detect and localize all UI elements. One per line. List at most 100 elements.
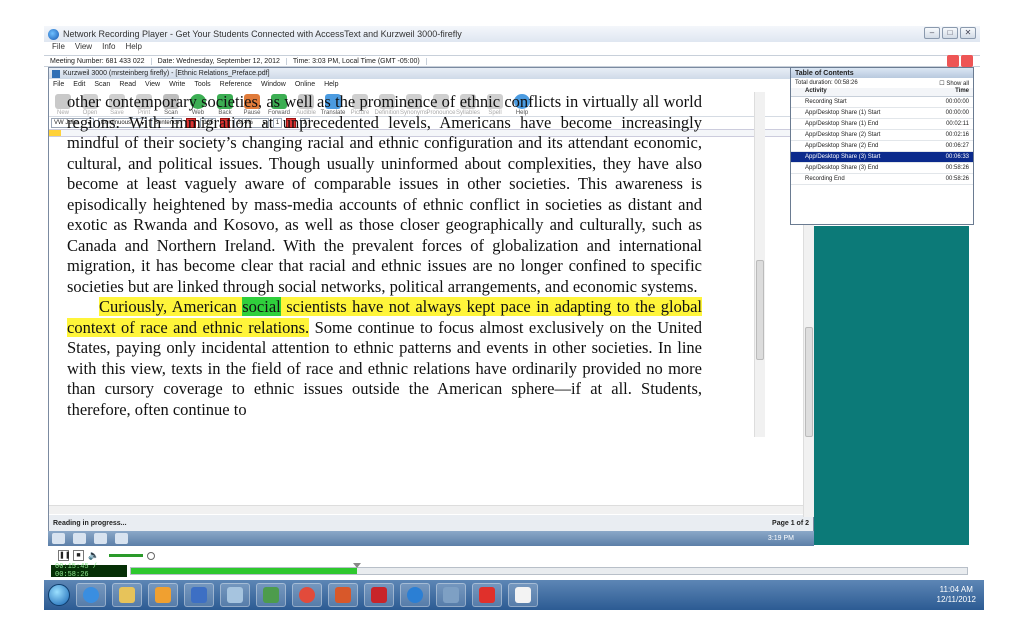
- kz-menu-file[interactable]: File: [53, 81, 64, 88]
- meeting-info-bar: Meeting Number: 681 433 022 Date: Wednes…: [44, 55, 980, 67]
- taskbar-mail[interactable]: [148, 583, 178, 607]
- toc-row-selected[interactable]: App/Desktop Share (3) Start 00:06:33: [791, 152, 973, 163]
- toc-row[interactable]: Recording End 00:58:26: [791, 174, 973, 185]
- toc-row[interactable]: App/Desktop Share (1) End 00:02:11: [791, 119, 973, 130]
- kz-menu-edit[interactable]: Edit: [73, 81, 85, 88]
- recorded-app-icon: [115, 533, 128, 544]
- toc-row[interactable]: App/Desktop Share (2) End 00:06:27: [791, 141, 973, 152]
- player-menu-bar: File View Info Help: [44, 42, 980, 54]
- toc-header: Activity Time: [791, 88, 973, 97]
- paragraph-1: other contemporary societies, as well as…: [67, 92, 702, 296]
- document-page: other contemporary societies, as well as…: [67, 92, 702, 437]
- recorded-taskbar: 3:19 PM: [48, 531, 814, 546]
- taskbar-webex[interactable]: [472, 583, 502, 607]
- scroll-thumb[interactable]: [756, 260, 764, 360]
- kz-menu-help[interactable]: Help: [324, 81, 338, 88]
- presentation-icon: [335, 587, 351, 603]
- toc-col-time: Time: [955, 88, 969, 94]
- menu-info[interactable]: Info: [102, 42, 115, 54]
- page-indicator: Page 1 of 2: [772, 519, 809, 527]
- pdf-file-icon: [515, 587, 531, 603]
- toc-duration: Total duration: 00:58:26: [795, 80, 858, 86]
- kz-menu-online[interactable]: Online: [295, 81, 315, 88]
- volume-knob[interactable]: [147, 551, 156, 560]
- pdf-icon: [371, 587, 387, 603]
- recorded-start-icon: [52, 533, 65, 544]
- window-controls: – □ ✕: [924, 27, 976, 39]
- highlighted-current-word: social: [242, 297, 281, 316]
- kz-menu-view[interactable]: View: [145, 81, 160, 88]
- kurzweil-app-icon: [52, 69, 60, 78]
- teal-panel: [814, 226, 969, 545]
- kz-menu-scan[interactable]: Scan: [94, 81, 110, 88]
- toc-duration-row: Total duration: 00:58:26 ☐ Show all: [791, 78, 973, 88]
- volume-icon[interactable]: 🔈: [88, 550, 99, 561]
- taskbar-excel[interactable]: [256, 583, 286, 607]
- toc-list: Recording Start 00:00:00 App/Desktop Shar…: [791, 97, 973, 185]
- chrome-icon: [299, 587, 315, 603]
- document-horizontal-scrollbar[interactable]: [49, 505, 803, 514]
- kz-menu-tools[interactable]: Tools: [194, 81, 210, 88]
- meeting-time: Time: 3:03 PM, Local Time (GMT -05:00): [287, 57, 427, 65]
- system-tray: 11:04 AM 12/11/2012: [937, 585, 984, 605]
- document-vertical-scrollbar[interactable]: [754, 92, 765, 437]
- taskbar-network[interactable]: [220, 583, 250, 607]
- playback-buttons: ❚❚ ■ 🔈: [58, 550, 156, 561]
- menu-view[interactable]: View: [75, 42, 92, 54]
- toc-row[interactable]: App/Desktop Share (1) Start 00:00:00: [791, 108, 973, 119]
- player-title: Network Recording Player - Get Your Stud…: [63, 29, 462, 39]
- timeline-progress: [131, 568, 357, 574]
- show-all-checkbox[interactable]: ☐ Show all: [939, 80, 969, 87]
- taskbar-screen[interactable]: [436, 583, 466, 607]
- taskbar-pdf[interactable]: [508, 583, 538, 607]
- notes-icon[interactable]: [961, 55, 973, 67]
- toc-row[interactable]: App/Desktop Share (3) End 00:58:26: [791, 163, 973, 174]
- kurzweil-menu-bar: File Edit Scan Read View Write Tools Ref…: [49, 79, 813, 90]
- recorded-app-icon: [73, 533, 86, 544]
- kz-menu-read[interactable]: Read: [119, 81, 136, 88]
- taskbar-acrobat[interactable]: [364, 583, 394, 607]
- document-icon: [191, 587, 207, 603]
- kz-menu-write[interactable]: Write: [169, 81, 185, 88]
- reading-status: Reading in progress...: [53, 519, 127, 527]
- playback-timeline[interactable]: [130, 563, 968, 575]
- minimize-button[interactable]: –: [924, 27, 940, 39]
- network-icon: [227, 587, 243, 603]
- taskbar-ie[interactable]: [76, 583, 106, 607]
- toc-row[interactable]: Recording Start 00:00:00: [791, 97, 973, 108]
- paragraph-2: Curiously, American social scientists ha…: [67, 297, 702, 420]
- meeting-date: Date: Wednesday, September 12, 2012: [152, 57, 287, 65]
- kz-menu-window[interactable]: Window: [261, 81, 286, 88]
- timeline-marker[interactable]: [352, 563, 361, 568]
- taskbar-explorer[interactable]: [112, 583, 142, 607]
- start-button[interactable]: [48, 584, 70, 606]
- menu-help[interactable]: Help: [125, 42, 141, 54]
- kurzweil-title: Kurzweil 3000 (mrsteinberg firefly) - [E…: [63, 70, 270, 77]
- pause-playback-button[interactable]: ❚❚: [58, 550, 71, 561]
- taskbar-chrome[interactable]: [292, 583, 322, 607]
- player-right-icons: [947, 55, 973, 67]
- highlighted-sentence-start: Curiously, American: [99, 297, 243, 316]
- taskbar-firefly[interactable]: [400, 583, 430, 607]
- tray-time: 11:04 AM: [939, 585, 973, 594]
- volume-slider[interactable]: [109, 554, 144, 557]
- toc-row[interactable]: App/Desktop Share (2) Start 00:02:16: [791, 130, 973, 141]
- kz-menu-reference[interactable]: Reference: [220, 81, 252, 88]
- mail-icon: [155, 587, 171, 603]
- recorded-app-icon: [94, 533, 107, 544]
- playback-controls: ❚❚ ■ 🔈 00:15:45 / 00:58:26: [48, 548, 968, 579]
- chat-icon[interactable]: [947, 55, 959, 67]
- right-scroll-thumb[interactable]: [805, 327, 813, 437]
- screen-icon: [443, 587, 459, 603]
- windows-taskbar: 11:04 AM 12/11/2012: [44, 580, 984, 610]
- close-button[interactable]: ✕: [960, 27, 976, 39]
- kurzweil-status-bar: Reading in progress... Page 1 of 2: [49, 515, 813, 531]
- globe-icon: [407, 587, 423, 603]
- taskbar-word[interactable]: [184, 583, 214, 607]
- player-app-icon: [48, 28, 59, 40]
- toc-panel: Table of Contents Total duration: 00:58:…: [790, 67, 974, 225]
- maximize-button[interactable]: □: [942, 27, 958, 39]
- menu-file[interactable]: File: [52, 42, 65, 54]
- taskbar-powerpoint[interactable]: [328, 583, 358, 607]
- stop-button[interactable]: ■: [73, 550, 84, 561]
